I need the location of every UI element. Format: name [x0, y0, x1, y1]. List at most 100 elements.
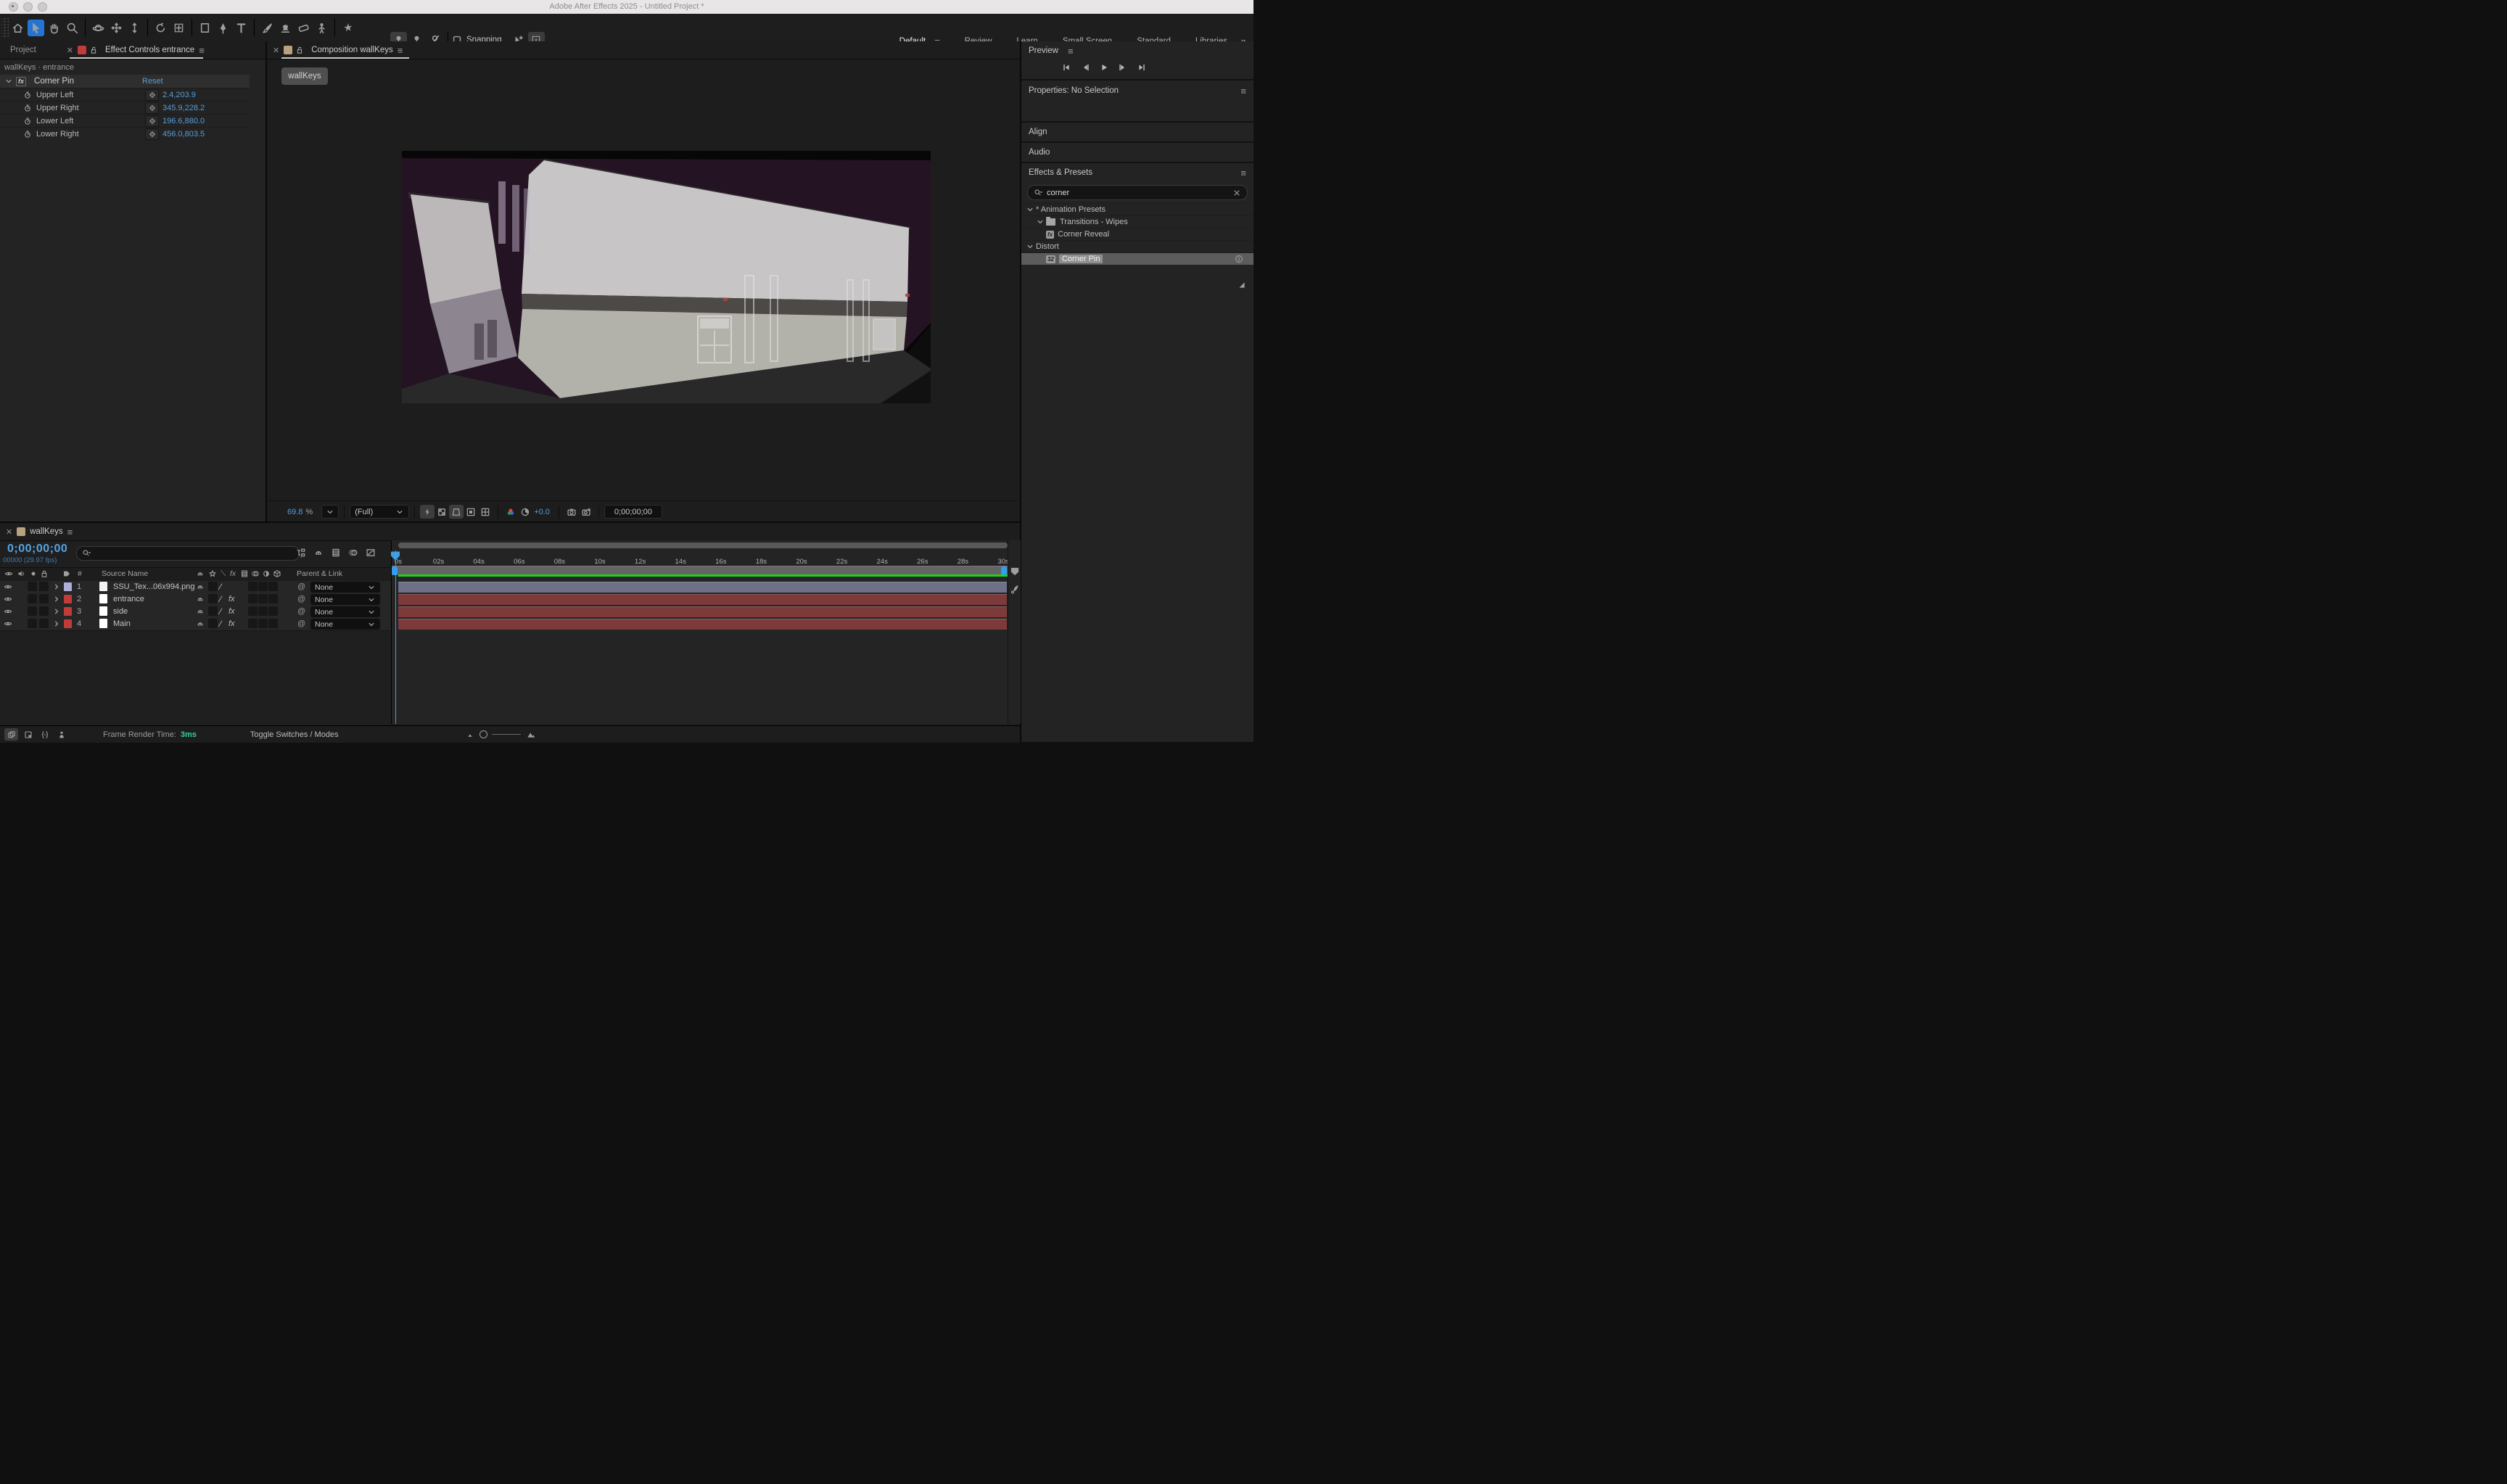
last-frame-button[interactable] [1135, 62, 1148, 73]
threed-switch-icon[interactable] [273, 568, 281, 580]
motion-blur-icon[interactable] [348, 548, 358, 558]
audio-column-icon[interactable] [17, 568, 25, 580]
layer-visibility-icon[interactable] [4, 581, 12, 593]
shy-icon[interactable] [196, 618, 205, 630]
effect-header-row[interactable]: fx Corner Pin Reset [0, 75, 250, 88]
first-frame-button[interactable] [1059, 62, 1073, 73]
switch-toggle[interactable] [268, 582, 278, 591]
zoom-window-icon[interactable] [38, 2, 47, 12]
video-column-icon[interactable] [4, 568, 13, 580]
home-tool[interactable] [9, 20, 26, 36]
rectangle-tool[interactable] [197, 20, 213, 36]
search-input[interactable]: corner [1047, 189, 1228, 197]
rotation-tool[interactable] [152, 20, 169, 36]
close-tab-icon[interactable]: ✕ [67, 46, 73, 55]
stopwatch-icon[interactable] [23, 130, 32, 139]
tab-timeline[interactable]: wallKeys [30, 527, 62, 536]
effects-presets-title[interactable]: Effects & Presets [1029, 168, 1092, 177]
fast-previews-icon[interactable] [420, 505, 435, 519]
quality-switch-icon[interactable]: ⟍ [221, 568, 226, 580]
exposure-icon[interactable] [518, 505, 532, 519]
close-tab-icon[interactable]: ✕ [273, 46, 279, 55]
point-picker-button[interactable] [145, 128, 159, 140]
shy-icon[interactable] [196, 593, 205, 605]
parent-dropdown[interactable]: None [310, 582, 380, 593]
zoom-slider-knob[interactable] [479, 730, 487, 738]
align-title[interactable]: Align [1029, 128, 1047, 136]
fx-toggle[interactable]: fx [229, 618, 235, 630]
eraser-tool[interactable] [295, 20, 312, 36]
comp-nav-button[interactable]: wallKeys [281, 67, 328, 85]
collapse-toggle[interactable] [208, 594, 218, 603]
tree-item-corner-reveal[interactable]: fxCorner Reveal [1021, 228, 1254, 240]
switch-toggle[interactable] [268, 594, 278, 603]
zoom-out-icon[interactable] [466, 730, 475, 739]
chevron-down-icon[interactable] [1036, 218, 1045, 226]
zoom-level[interactable]: 69.8 [287, 508, 302, 516]
expand-layer-icon[interactable] [52, 593, 61, 605]
expand-transfer-controls-icon[interactable] [21, 728, 35, 741]
fx-toggle[interactable]: fx [229, 593, 235, 605]
search-icon[interactable] [82, 549, 91, 558]
parent-pickwhip-icon[interactable]: @ [297, 606, 305, 617]
stopwatch-icon[interactable] [23, 91, 32, 99]
parent-pickwhip-icon[interactable]: @ [297, 581, 305, 593]
panel-menu-icon[interactable]: ≡ [1240, 168, 1246, 178]
tree-item-label[interactable]: Distort [1036, 242, 1059, 251]
layer-row-side[interactable]: 3side∕fx@None [0, 606, 391, 619]
preview-timecode[interactable]: 0;00;00;00 [604, 505, 662, 519]
collapse-toggle[interactable] [208, 619, 218, 628]
fx-switch-icon[interactable]: fx [230, 568, 236, 580]
layer-duration-bar[interactable] [398, 594, 1007, 605]
audio-toggle[interactable] [28, 594, 37, 603]
grid-guides-icon[interactable] [478, 505, 493, 519]
lock-column-icon[interactable] [40, 568, 49, 580]
motion-blur-switch-icon[interactable] [251, 568, 260, 580]
param-value[interactable]: 456.0,803.5 [162, 130, 205, 139]
solo-toggle[interactable] [39, 606, 49, 616]
expand-render-time-icon[interactable] [54, 728, 68, 741]
type-tool[interactable] [233, 20, 250, 36]
effects-search-box[interactable]: corner [1027, 185, 1248, 200]
expand-layer-icon[interactable] [52, 606, 61, 617]
play-button[interactable] [1097, 62, 1111, 73]
timeline-zoom-control[interactable] [466, 730, 535, 739]
point-picker-button[interactable] [145, 89, 159, 101]
panel-menu-icon[interactable]: ≡ [398, 45, 403, 56]
parent-dropdown[interactable]: None [310, 606, 380, 617]
shy-icon[interactable] [196, 581, 205, 593]
parent-dropdown[interactable]: None [310, 619, 380, 630]
tree-item-transitions-wipes[interactable]: Transitions - Wipes [1021, 215, 1254, 228]
expand-layer-icon[interactable] [52, 618, 61, 630]
layer-name[interactable]: side [113, 606, 128, 617]
previous-frame-button[interactable] [1078, 62, 1092, 73]
roto-brush-tool[interactable] [313, 20, 330, 36]
layer-visibility-icon[interactable] [4, 606, 12, 617]
tree-item-label[interactable]: * Animation Presets [1036, 205, 1106, 214]
switch-toggle[interactable] [258, 606, 268, 616]
tree-item-label[interactable]: Transitions - Wipes [1060, 218, 1128, 226]
tab-project[interactable]: Project [10, 46, 36, 54]
resolution-dropdown[interactable]: (Full) [350, 505, 409, 519]
dolly-camera-tool[interactable] [126, 20, 143, 36]
search-icon[interactable] [1034, 189, 1042, 197]
zoom-in-icon[interactable] [527, 730, 535, 739]
channel-icon[interactable] [503, 505, 518, 519]
parent-pickwhip-icon[interactable]: @ [297, 618, 305, 630]
switch-toggle[interactable] [258, 594, 268, 603]
switch-toggle[interactable] [268, 619, 278, 628]
solo-toggle[interactable] [39, 582, 49, 591]
close-window-icon[interactable] [9, 2, 18, 12]
quality-toggle[interactable]: ∕ [220, 593, 221, 605]
solo-toggle[interactable] [39, 619, 49, 628]
preview-title[interactable]: Preview [1029, 46, 1058, 55]
mask-visibility-icon[interactable] [449, 505, 464, 519]
tab-effect-controls[interactable]: Effect Controls entrance [105, 46, 194, 54]
layer-row-main[interactable]: 4Main∕fx@None [0, 618, 391, 631]
audio-toggle[interactable] [28, 582, 37, 591]
panel-corner-icon[interactable] [1238, 281, 1246, 289]
expand-in-out-icon[interactable] [38, 728, 52, 741]
switch-toggle[interactable] [248, 606, 258, 616]
hand-tool[interactable] [46, 20, 62, 36]
param-value[interactable]: 2.4,203.9 [162, 91, 196, 99]
